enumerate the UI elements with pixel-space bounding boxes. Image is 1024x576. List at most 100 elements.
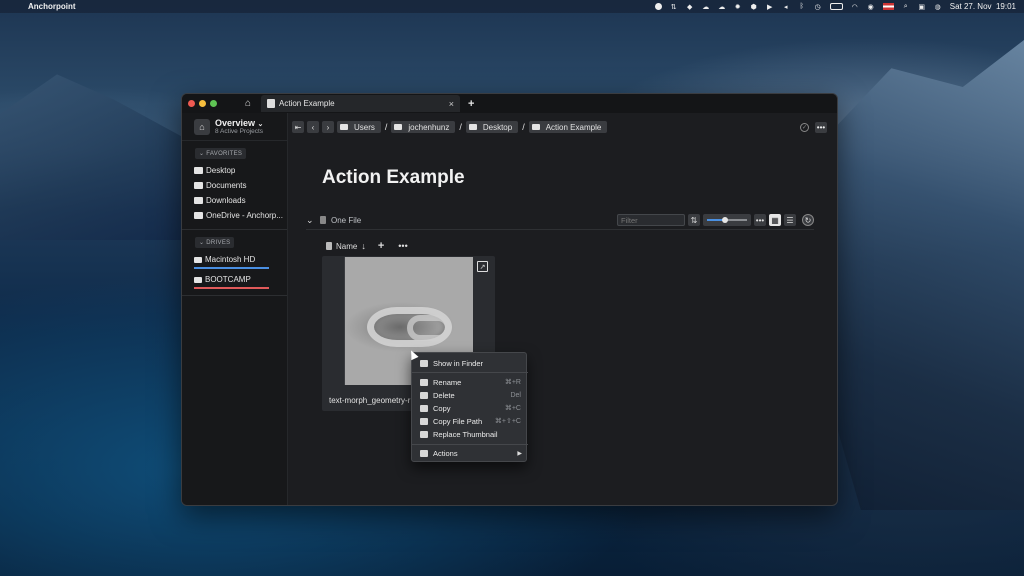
filter-input[interactable] <box>617 214 685 226</box>
menu-bar-clock[interactable]: Sat 27. Nov 19:01 <box>950 2 1016 11</box>
project-subtitle: 8 Active Projects <box>215 128 264 135</box>
menu-item-actions[interactable]: Actions ▶ <box>412 447 528 459</box>
close-window-button[interactable] <box>188 100 195 107</box>
chevron-down-icon: ⌄ <box>257 121 264 128</box>
cloud-icon[interactable]: ☁ <box>702 3 710 11</box>
trash-icon <box>420 391 428 399</box>
home-icon[interactable]: ⌂ <box>241 97 255 111</box>
bluetooth-icon[interactable]: ᛒ <box>798 3 806 11</box>
menu-item-delete[interactable]: Delete Del <box>412 389 528 401</box>
breadcrumb-action-example[interactable]: Action Example <box>528 121 608 133</box>
sidebar-item-bootcamp[interactable]: BOOTCAMP <box>182 272 287 287</box>
tab-action-example[interactable]: Action Example × <box>261 95 460 112</box>
sort-row: Name ↓ + ••• <box>326 240 408 252</box>
user-icon[interactable]: ◉ <box>867 3 875 11</box>
sidebar-item-desktop[interactable]: Desktop <box>182 163 287 178</box>
menu-bar-status-area: ⇅ ◆ ☁ ☁ ✹ ⬢ ▶ ◂ ᛒ ◷ ◠ ◉ ⌕ ▣ ◍ Sat 27. No… <box>654 2 1016 11</box>
app-menu-name[interactable]: Anchorpoint <box>28 2 76 11</box>
menu-separator <box>412 444 528 445</box>
file-name: text-morph_geometry-r <box>329 396 411 405</box>
sidebar-item-documents[interactable]: Documents <box>182 178 287 193</box>
breadcrumb-desktop[interactable]: Desktop <box>465 121 519 133</box>
add-icon[interactable]: + <box>378 240 384 252</box>
refresh-icon[interactable]: ↻ <box>802 214 814 226</box>
sidebar-item-macintosh-hd[interactable]: Macintosh HD <box>182 252 287 267</box>
time-machine-icon[interactable]: ◷ <box>814 3 822 11</box>
main-content: Action Example ⌄ One File ⇅ ••• ▦ ☰ ↻ Na… <box>288 141 837 505</box>
chevron-right-icon: ▶ <box>517 450 522 457</box>
shield-icon[interactable]: ⬢ <box>750 3 758 11</box>
list-view-icon[interactable]: ☰ <box>784 214 796 226</box>
arrow-down-icon[interactable]: ↓ <box>361 241 366 251</box>
breadcrumb-jochenhunz[interactable]: jochenhunz <box>391 121 456 133</box>
onedrive-icon[interactable]: ☁ <box>718 3 726 11</box>
forward-icon[interactable]: › <box>322 121 334 133</box>
sort-toggle-icon[interactable]: ⇅ <box>688 214 700 226</box>
sidebar-item-onedrive[interactable]: OneDrive - Anchorp... <box>182 208 287 223</box>
menu-item-rename[interactable]: Rename ⌘+R <box>412 376 528 388</box>
drives-section-toggle[interactable]: ⌄ DRIVES <box>195 237 235 248</box>
dropbox-icon[interactable]: ◆ <box>686 3 694 11</box>
drives-list: Macintosh HD BOOTCAMP <box>182 252 287 289</box>
tab-bar: ⌂ Action Example × + <box>182 94 837 113</box>
sidebar-item-label: OneDrive - Anchorp... <box>206 211 283 220</box>
add-tab-button[interactable]: + <box>468 98 474 110</box>
input-source-flag-icon[interactable] <box>882 3 894 10</box>
control-center-icon[interactable]: ▣ <box>918 3 926 11</box>
shortcut-label: ⌘+⇧+C <box>494 418 521 425</box>
sync-icon[interactable]: ⇅ <box>670 3 678 11</box>
minimize-window-button[interactable] <box>199 100 206 107</box>
spotlight-search-icon[interactable]: ⌕ <box>902 3 910 11</box>
shortcut-label: ⌘+C <box>504 405 521 412</box>
breadcrumb-users[interactable]: Users <box>337 121 381 133</box>
folder-icon <box>468 124 477 130</box>
collapse-sidebar-icon[interactable]: ⇤ <box>292 121 304 133</box>
drive-icon <box>340 124 348 130</box>
folder-icon <box>194 197 203 204</box>
menu-bar: Anchorpoint ⇅ ◆ ☁ ☁ ✹ ⬢ ▶ ◂ ᛒ ◷ ◠ ◉ ⌕ ▣ … <box>0 0 1024 13</box>
wallpaper-mountain-left <box>0 74 190 240</box>
sort-by-name-button[interactable]: Name <box>336 242 357 251</box>
chevron-down-icon[interactable]: ⌄ <box>306 215 316 226</box>
favorites-section-toggle[interactable]: ⌄ FAVORITES <box>195 148 247 159</box>
drive-usage-bar <box>194 287 269 289</box>
folder-icon <box>394 124 403 130</box>
back-icon[interactable]: ‹ <box>307 121 319 133</box>
maximize-window-button[interactable] <box>210 100 217 107</box>
play-icon[interactable]: ▶ <box>766 3 774 11</box>
sidebar-item-downloads[interactable]: Downloads <box>182 193 287 208</box>
drive-icon <box>194 256 202 263</box>
slider-knob[interactable] <box>722 217 728 223</box>
more-view-options-icon[interactable]: ••• <box>754 214 766 226</box>
project-switcher[interactable]: ⌂ Overview ⌄ 8 Active Projects <box>182 113 287 141</box>
copy-path-icon <box>420 417 428 425</box>
gear-icon[interactable]: ✹ <box>734 3 742 11</box>
menu-item-show-in-finder[interactable]: Show in Finder <box>412 357 528 369</box>
more-options-icon[interactable]: ••• <box>815 121 827 133</box>
open-external-icon[interactable]: ↗ <box>477 261 488 272</box>
file-count-label: One File <box>331 215 362 225</box>
siri-icon[interactable]: ◍ <box>934 3 942 11</box>
menu-item-copy[interactable]: Copy ⌘+C <box>412 402 528 414</box>
check-circle-icon[interactable]: ✓ <box>800 122 809 132</box>
image-icon <box>420 430 428 438</box>
record-icon[interactable] <box>654 3 662 10</box>
menu-separator <box>412 372 528 373</box>
volume-icon[interactable]: ◂ <box>782 3 790 11</box>
close-tab-icon[interactable]: × <box>449 99 454 109</box>
window-controls <box>188 100 217 107</box>
menu-item-copy-file-path[interactable]: Copy File Path ⌘+⇧+C <box>412 415 528 427</box>
favorites-label: FAVORITES <box>206 151 243 157</box>
copy-icon <box>420 404 428 412</box>
file-icon <box>320 216 326 224</box>
grid-view-icon[interactable]: ▦ <box>769 214 781 226</box>
thumbnail-size-slider[interactable] <box>703 214 751 226</box>
wifi-icon[interactable]: ◠ <box>851 3 859 11</box>
more-options-icon[interactable]: ••• <box>398 241 407 251</box>
battery-icon[interactable] <box>829 3 843 10</box>
sidebar: ⌂ Overview ⌄ 8 Active Projects ⌄ FAVORIT… <box>182 113 288 505</box>
breadcrumb-separator: / <box>459 122 462 132</box>
sidebar-divider <box>182 229 287 230</box>
home-icon: ⌂ <box>194 118 210 135</box>
menu-item-replace-thumbnail[interactable]: Replace Thumbnail <box>412 428 528 440</box>
